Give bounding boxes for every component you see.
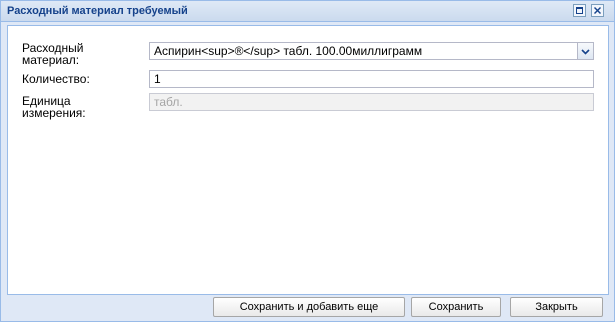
close-button[interactable]: Закрыть bbox=[510, 297, 603, 317]
unit-input: табл. bbox=[149, 93, 594, 111]
quantity-input[interactable]: 1 bbox=[149, 70, 594, 88]
dialog-titlebar[interactable]: Расходный материал требуемый bbox=[1, 1, 614, 22]
chevron-down-icon[interactable] bbox=[577, 43, 593, 59]
material-value: Аспирин<sup>®</sup> табл. 100.00миллигра… bbox=[154, 44, 423, 58]
save-button[interactable]: Сохранить bbox=[411, 297, 501, 317]
dialog-title: Расходный материал требуемый bbox=[7, 5, 188, 17]
material-label-line2: материал: bbox=[22, 53, 80, 67]
save-and-add-button[interactable]: Сохранить и добавить еще bbox=[213, 297, 405, 317]
unit-label: Единица измерения: bbox=[22, 95, 147, 119]
form-panel: Расходный материал: Аспирин<sup>®</sup> … bbox=[7, 25, 609, 295]
unit-value: табл. bbox=[154, 95, 183, 109]
close-icon[interactable] bbox=[591, 4, 604, 17]
quantity-label: Количество: bbox=[22, 72, 90, 86]
material-label: Расходный материал: bbox=[22, 42, 147, 66]
material-combo[interactable]: Аспирин<sup>®</sup> табл. 100.00миллигра… bbox=[149, 42, 594, 60]
dialog-window: Расходный материал требуемый Расходный м… bbox=[0, 0, 615, 322]
quantity-value: 1 bbox=[154, 72, 161, 86]
unit-label-line2: измерения: bbox=[22, 106, 86, 120]
restore-icon[interactable] bbox=[573, 4, 586, 17]
